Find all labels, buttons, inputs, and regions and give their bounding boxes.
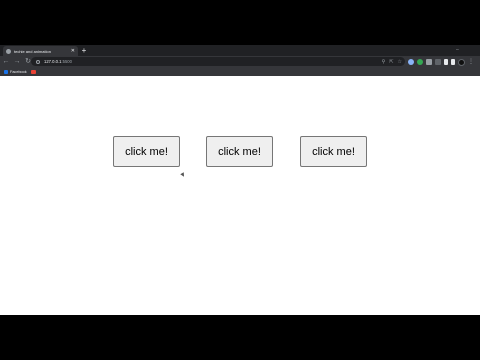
tab-close-icon[interactable]: ✕ — [71, 48, 75, 54]
puzzle-icon[interactable] — [444, 59, 448, 65]
minimize-icon[interactable]: – — [456, 46, 459, 55]
url-host: 127.0.0.1 — [44, 59, 62, 64]
star-icon[interactable]: ☆ — [398, 59, 402, 65]
globe-icon — [6, 48, 11, 54]
extension-icon[interactable] — [417, 59, 423, 65]
tab-title: techie and animation — [14, 48, 51, 54]
page-viewport — [0, 76, 480, 315]
click-me-button-1[interactable]: click me! — [113, 136, 180, 167]
extensions-area: ⋮ — [408, 57, 474, 67]
browser-toolbar: ← → ↻ 127.0.0.1 :5500 ⚲ ⇱ ☆ ⋮ — [0, 56, 480, 68]
bookmarks-bar: Facebook — [0, 68, 480, 76]
browser-window: techie and animation ✕ + – ← → ↻ 127.0.0… — [0, 45, 480, 315]
browser-tab[interactable]: techie and animation ✕ — [3, 46, 78, 56]
url-port: :5500 — [61, 59, 72, 64]
sidebar-icon[interactable] — [451, 59, 455, 65]
site-info-icon[interactable] — [36, 59, 40, 64]
share-icon[interactable]: ⇱ — [389, 59, 393, 65]
address-bar[interactable]: 127.0.0.1 :5500 ⚲ ⇱ ☆ — [31, 57, 405, 66]
click-me-button-3[interactable]: click me! — [300, 136, 367, 167]
extension-icon[interactable] — [426, 59, 432, 65]
bookmark-facebook[interactable]: Facebook — [4, 70, 27, 74]
video-letterbox-top — [0, 0, 480, 45]
facebook-icon — [4, 70, 8, 74]
back-icon[interactable]: ← — [1, 57, 11, 67]
tab-strip: techie and animation ✕ + – — [0, 45, 480, 56]
click-me-button-2[interactable]: click me! — [206, 136, 273, 167]
bookmark-label: Facebook — [10, 70, 27, 74]
forward-icon[interactable]: → — [12, 57, 22, 67]
youtube-icon — [30, 70, 36, 74]
profile-avatar[interactable] — [458, 58, 465, 66]
extension-icon[interactable] — [435, 59, 441, 65]
bookmark-youtube[interactable] — [30, 70, 36, 74]
address-bar-actions: ⚲ ⇱ ☆ — [382, 57, 402, 66]
new-tab-button[interactable]: + — [80, 46, 88, 55]
extension-icon[interactable] — [408, 59, 414, 65]
search-icon[interactable]: ⚲ — [382, 59, 386, 65]
more-menu-icon[interactable]: ⋮ — [468, 59, 474, 66]
video-letterbox-bottom — [0, 315, 480, 360]
